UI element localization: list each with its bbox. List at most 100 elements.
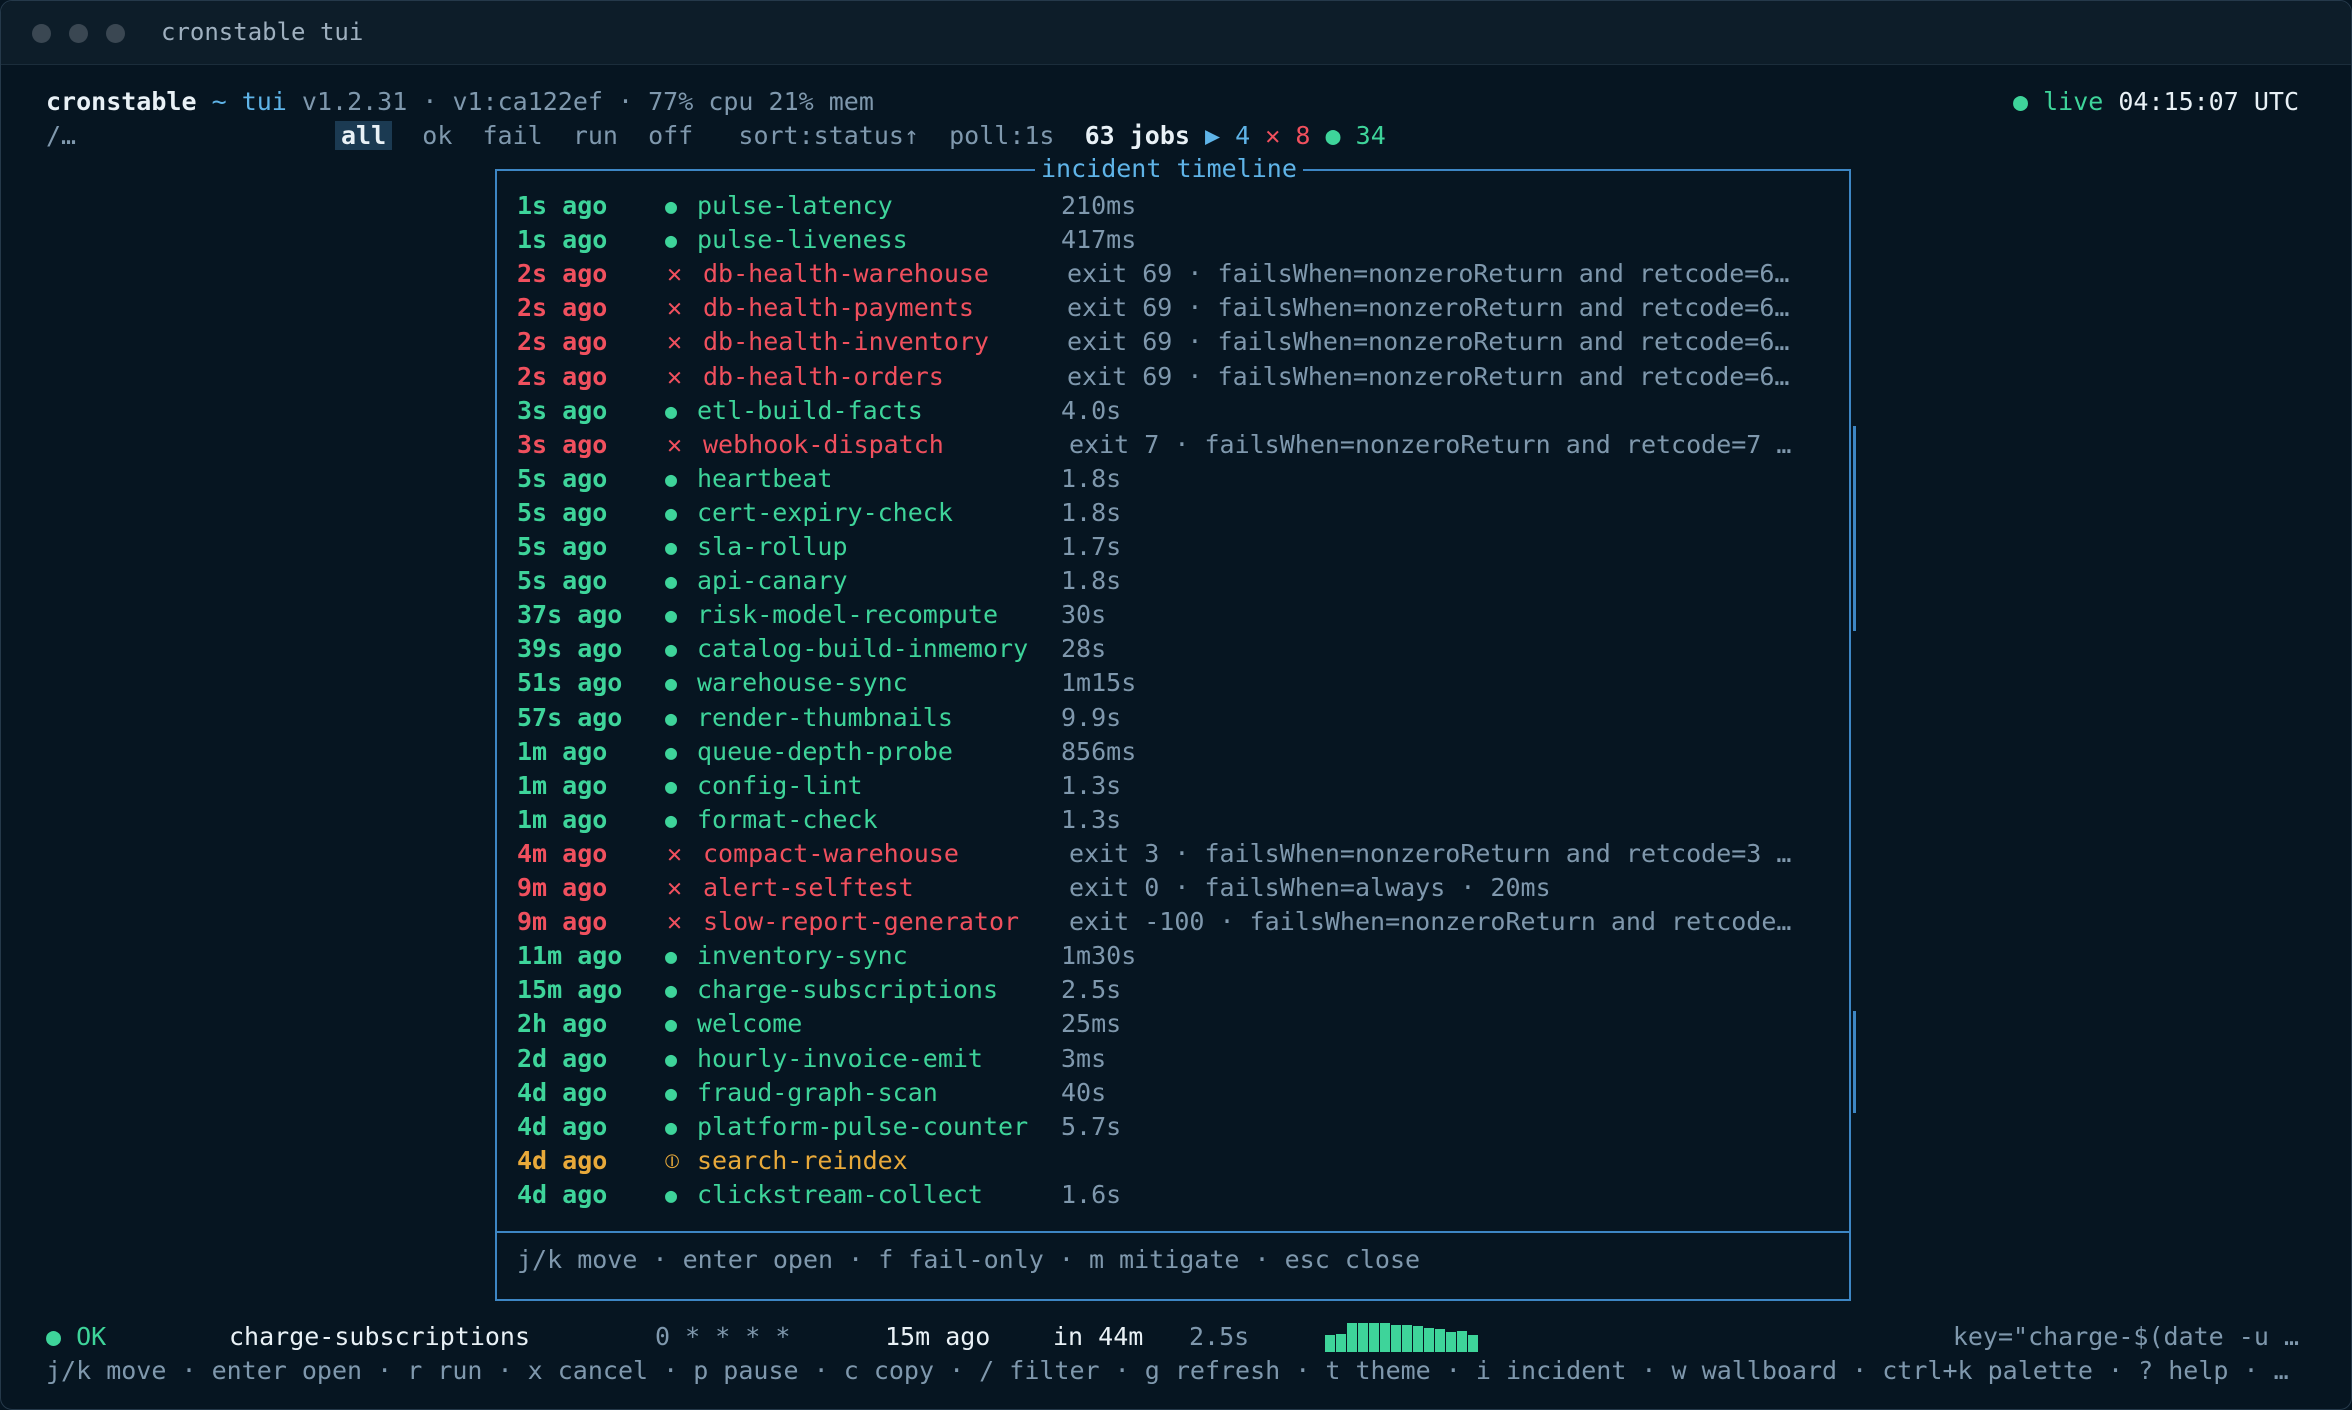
- incident-time: 11m ago: [517, 941, 623, 971]
- resource-usage: 77% cpu 21% mem: [648, 87, 874, 116]
- incident-job-name: db-health-orders: [703, 361, 944, 391]
- incident-row[interactable]: 5s ago ● sla-rollup 1.7s: [517, 530, 1827, 564]
- incident-time: 1m ago: [517, 736, 608, 766]
- incident-job-name: render-thumbnails: [697, 702, 953, 732]
- filter-run[interactable]: run: [573, 121, 618, 150]
- close-window-button[interactable]: [32, 24, 51, 43]
- incident-time: 3s ago: [517, 429, 608, 459]
- incident-row[interactable]: 2s ago ✕ db-health-warehouse exit 69 · fail…: [517, 257, 1827, 291]
- filter-fail[interactable]: fail: [482, 121, 542, 150]
- sparkline-bar: [1402, 1325, 1412, 1352]
- incident-detail: exit 69 · failsWhen=nonzeroReturn and re…: [1067, 259, 1790, 289]
- incident-row[interactable]: 4d ago ● fraud-graph-scan 40s: [517, 1076, 1827, 1110]
- live-dot-icon: ●: [2012, 87, 2029, 116]
- sparkline-bar: [1457, 1331, 1467, 1352]
- live-label: live: [2043, 87, 2104, 116]
- fail-icon: ✕: [1265, 121, 1281, 150]
- incident-detail: exit -100 · failsWhen=nonzeroReturn and …: [1069, 907, 1792, 937]
- incident-job-name: welcome: [697, 1009, 803, 1039]
- incident-row[interactable]: 3s ago ● etl-build-facts 4.0s: [517, 394, 1827, 428]
- incident-time: 4m ago: [517, 838, 608, 868]
- sparkline-bar: [1435, 1329, 1445, 1352]
- panel-divider: [497, 1231, 1849, 1233]
- incident-row[interactable]: 2s ago ✕ db-health-inventory exit 69 · fail…: [517, 325, 1827, 359]
- incident-row[interactable]: 37s ago ● risk-model-recompute 30s: [517, 598, 1827, 632]
- incident-row[interactable]: 2s ago ✕ db-health-orders exit 69 · failsWh…: [517, 360, 1827, 394]
- fail-icon: ✕: [667, 429, 683, 459]
- incident-duration: 40s: [1061, 1077, 1107, 1107]
- incident-detail: exit 7 · failsWhen=nonzeroReturn and ret…: [1069, 429, 1792, 459]
- incident-time: 2s ago: [517, 327, 608, 357]
- fail-icon: ✕: [667, 361, 683, 391]
- incident-duration: 4.0s: [1061, 395, 1122, 425]
- incident-row[interactable]: 4d ago ● clickstream-collect 1.6s: [517, 1178, 1827, 1212]
- fail-icon: ✕: [667, 327, 683, 357]
- incident-time: 5s ago: [517, 497, 608, 527]
- ok-dot-icon: ●: [665, 1114, 678, 1139]
- sparkline-bar: [1446, 1332, 1456, 1352]
- sparkline-bar: [1325, 1335, 1335, 1352]
- incident-row[interactable]: 9m ago ✕ alert-selftest exit 0 · failsWhen=…: [517, 871, 1827, 905]
- filter-ok[interactable]: ok: [422, 121, 452, 150]
- incident-time: 5s ago: [517, 463, 608, 493]
- incident-row[interactable]: 1m ago ● queue-depth-probe 856ms: [517, 735, 1827, 769]
- fail-count: 8: [1295, 121, 1311, 150]
- ok-dot-icon: ●: [665, 807, 678, 832]
- scroll-mark: [1853, 596, 1856, 631]
- incident-row[interactable]: 9m ago ✕ slow-report-generator exit -100 · …: [517, 905, 1827, 939]
- incident-job-name: clickstream-collect: [697, 1179, 983, 1209]
- incident-row[interactable]: 15m ago ● charge-subscriptions 2.5s: [517, 973, 1827, 1007]
- incident-time: 1s ago: [517, 225, 608, 255]
- incident-job-name: db-health-inventory: [703, 327, 989, 357]
- incident-time: 4d ago: [517, 1077, 608, 1107]
- ok-dot-icon: ●: [665, 1012, 678, 1037]
- ok-dot-icon: ●: [665, 228, 678, 253]
- fail-icon: ✕: [667, 259, 683, 289]
- incident-time: 1s ago: [517, 191, 608, 220]
- incident-duration: 210ms: [1061, 191, 1137, 220]
- incident-duration: 1.6s: [1061, 1179, 1122, 1209]
- incident-row[interactable]: 1m ago ● format-check 1.3s: [517, 803, 1827, 837]
- incident-row[interactable]: 5s ago ● heartbeat 1.8s: [517, 462, 1827, 496]
- incident-detail: exit 69 · failsWhen=nonzeroReturn and re…: [1067, 361, 1790, 391]
- incident-row[interactable]: 4d ago ⦶ search-reindex: [517, 1144, 1827, 1178]
- poll-interval: poll:1s: [949, 121, 1055, 150]
- incident-job-name: inventory-sync: [697, 941, 908, 971]
- incident-row[interactable]: 5s ago ● api-canary 1.8s: [517, 564, 1827, 598]
- incident-time: 51s ago: [517, 668, 623, 698]
- maximize-window-button[interactable]: [106, 24, 125, 43]
- incident-row[interactable]: 51s ago ● warehouse-sync 1m15s: [517, 666, 1827, 700]
- ok-dot-icon: ●: [665, 603, 678, 628]
- ok-dot-icon: ●: [665, 978, 678, 1003]
- incident-row[interactable]: 1m ago ● config-lint 1.3s: [517, 769, 1827, 803]
- incident-row[interactable]: 39s ago ● catalog-build-inmemory 28s: [517, 632, 1827, 666]
- incident-row[interactable]: 1s ago ● pulse-liveness 417ms: [517, 223, 1827, 257]
- incident-row[interactable]: 4m ago ✕ compact-warehouse exit 3 · failsWh…: [517, 837, 1827, 871]
- incident-job-name: hourly-invoice-emit: [697, 1043, 983, 1073]
- filter-prompt[interactable]: /…: [46, 119, 76, 153]
- sparkline-bar: [1391, 1325, 1401, 1352]
- incident-row[interactable]: 57s ago ● render-thumbnails 9.9s: [517, 701, 1827, 735]
- filter-off[interactable]: off: [648, 121, 693, 150]
- incident-row[interactable]: 1s ago ● pulse-latency 210ms: [517, 189, 1827, 223]
- incident-time: 5s ago: [517, 566, 608, 596]
- sort-indicator[interactable]: sort:status↑: [738, 121, 919, 150]
- incident-row[interactable]: 2d ago ● hourly-invoice-emit 3ms: [517, 1042, 1827, 1076]
- incident-row[interactable]: 3s ago ✕ webhook-dispatch exit 7 · failsWhe…: [517, 428, 1827, 462]
- panel-help: j/k move · enter open · f fail-only · m …: [517, 1245, 1421, 1274]
- incident-row[interactable]: 2s ago ✕ db-health-payments exit 69 · fails…: [517, 291, 1827, 325]
- incident-row[interactable]: 5s ago ● cert-expiry-check 1.8s: [517, 496, 1827, 530]
- incident-row[interactable]: 2h ago ● welcome 25ms: [517, 1007, 1827, 1041]
- build-id: · v1:ca122ef ·: [422, 87, 634, 116]
- incident-row[interactable]: 4d ago ● platform-pulse-counter 5.7s: [517, 1110, 1827, 1144]
- key-help-bar: j/k move · enter open · r run · x cancel…: [46, 1356, 2289, 1385]
- filter-all[interactable]: all: [335, 121, 393, 150]
- incident-time: 15m ago: [517, 975, 623, 1005]
- minimize-window-button[interactable]: [69, 24, 88, 43]
- incident-row[interactable]: 11m ago ● inventory-sync 1m30s: [517, 939, 1827, 973]
- fail-icon: ✕: [667, 293, 683, 323]
- incident-job-name: alert-selftest: [703, 873, 914, 902]
- ok-icon: ●: [1325, 121, 1341, 150]
- incident-time: 5s ago: [517, 532, 608, 561]
- terminal-window: cronstable tui cronstable ~ tui v1.2.31 …: [0, 0, 2352, 1410]
